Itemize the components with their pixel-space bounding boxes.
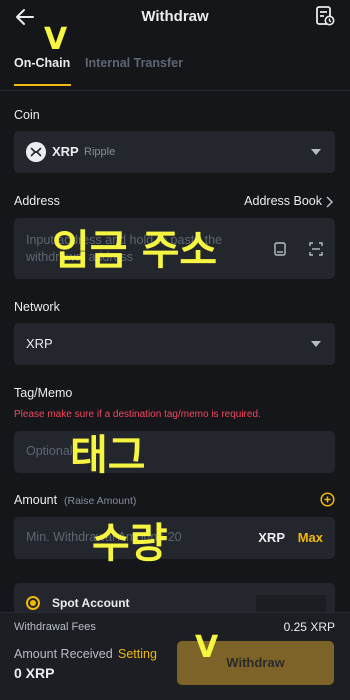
received-label: Amount Received bbox=[14, 647, 113, 661]
address-book-link[interactable]: Address Book bbox=[244, 194, 322, 208]
coin-name: Ripple bbox=[84, 146, 116, 158]
tag-input[interactable]: Optional bbox=[14, 431, 335, 473]
tab-active-indicator bbox=[14, 84, 71, 86]
annotation-address-note: 입금 주소 bbox=[52, 226, 218, 274]
fees-value: 0.25 XRP bbox=[283, 620, 335, 634]
chevron-down-icon bbox=[311, 341, 321, 347]
amount-input[interactable]: Min. Withdrawal Amount: 20 XRP Max bbox=[14, 517, 335, 559]
raise-amount-label: (Raise Amount) bbox=[64, 495, 137, 507]
coin-symbol: XRP bbox=[52, 144, 79, 159]
amount-currency: XRP bbox=[258, 530, 285, 545]
scan-qr-icon[interactable] bbox=[309, 242, 323, 256]
tabs-divider bbox=[0, 90, 350, 91]
coin-label: Coin bbox=[14, 108, 40, 122]
max-button[interactable]: Max bbox=[298, 530, 323, 545]
setting-link[interactable]: Setting bbox=[118, 647, 157, 661]
annotation-amount-note: 수량 bbox=[92, 519, 168, 567]
xrp-coin-icon bbox=[26, 142, 46, 162]
add-circle-icon[interactable] bbox=[320, 492, 335, 507]
coin-select[interactable]: XRP Ripple bbox=[14, 131, 335, 173]
received-value: 0 XRP bbox=[14, 665, 55, 681]
fees-label: Withdrawal Fees bbox=[14, 621, 96, 633]
history-icon[interactable] bbox=[314, 5, 336, 27]
tab-internal-transfer[interactable]: Internal Transfer bbox=[85, 56, 183, 70]
footer: Withdrawal Fees 0.25 XRP Amount Received… bbox=[0, 612, 350, 700]
network-value: XRP bbox=[26, 336, 53, 351]
address-book-icon[interactable] bbox=[273, 242, 287, 256]
tag-placeholder: Optional bbox=[26, 444, 73, 458]
amount-label: Amount bbox=[14, 493, 58, 507]
network-select[interactable]: XRP bbox=[14, 323, 335, 365]
network-label: Network bbox=[14, 300, 60, 314]
tag-warning: Please make sure if a destination tag/me… bbox=[14, 409, 261, 420]
annotation-v-tab: V bbox=[44, 22, 68, 57]
annotation-v-button: V bbox=[195, 630, 219, 665]
address-label: Address bbox=[14, 194, 60, 208]
radio-selected-icon[interactable] bbox=[26, 596, 40, 610]
spot-account-label: Spot Account bbox=[52, 596, 130, 610]
chevron-down-icon bbox=[311, 149, 321, 155]
annotation-tag-note: 태그 bbox=[70, 431, 146, 479]
chevron-right-icon[interactable] bbox=[325, 196, 334, 208]
tab-on-chain[interactable]: On-Chain bbox=[14, 56, 70, 70]
tag-label: Tag/Memo bbox=[14, 386, 73, 400]
